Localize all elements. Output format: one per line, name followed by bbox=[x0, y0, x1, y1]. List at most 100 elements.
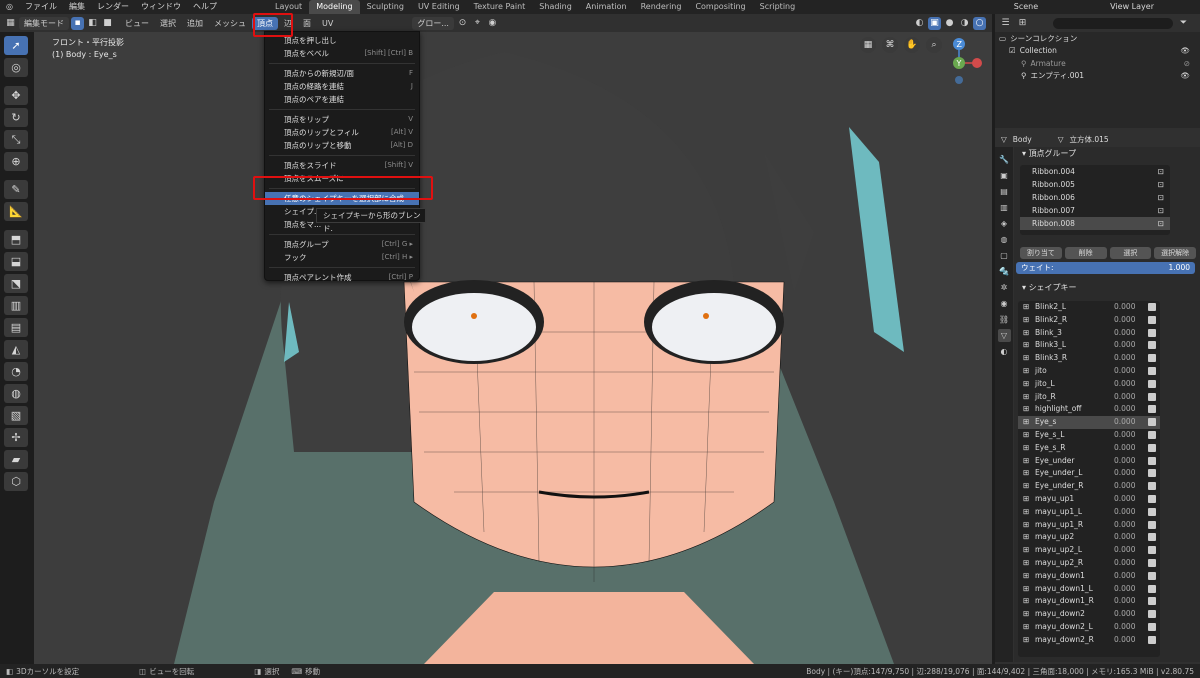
workspace-tab-rendering[interactable]: Rendering bbox=[634, 0, 689, 14]
remove-button[interactable]: 削除 bbox=[1064, 247, 1107, 259]
topbar-menu-3[interactable]: ウィンドウ bbox=[135, 0, 187, 14]
edge-slide-icon[interactable]: ▧ bbox=[4, 406, 28, 425]
shape-key-mute-checkbox[interactable] bbox=[1148, 392, 1156, 401]
select-button[interactable]: 選択 bbox=[1109, 247, 1152, 259]
shape-key-item[interactable]: ⊞ Blink3_L 0.000 bbox=[1018, 339, 1160, 352]
scene-selector[interactable]: Scene bbox=[1008, 0, 1044, 14]
physics-tab-icon[interactable]: ◉ bbox=[998, 297, 1011, 310]
shape-key-mute-checkbox[interactable] bbox=[1148, 469, 1156, 478]
face-select-icon[interactable]: ■ bbox=[101, 17, 114, 30]
shape-key-value[interactable]: 0.000 bbox=[1114, 327, 1144, 340]
constraints-tab-icon[interactable]: ⛓ bbox=[998, 313, 1011, 326]
orientation-selector[interactable]: グロー... bbox=[412, 16, 454, 30]
armature-row[interactable]: ⚲ Armature ⊘ bbox=[995, 57, 1200, 70]
workspace-tab-uv-editing[interactable]: UV Editing bbox=[411, 0, 467, 14]
shape-key-mute-checkbox[interactable] bbox=[1148, 622, 1156, 631]
header-menu-6[interactable]: 面 bbox=[298, 17, 316, 30]
shape-key-mute-checkbox[interactable] bbox=[1148, 366, 1156, 375]
view-layer-selector[interactable]: View Layer bbox=[1104, 0, 1160, 14]
shape-key-mute-checkbox[interactable] bbox=[1148, 546, 1156, 555]
shape-key-item[interactable]: ⊞ mayu_down2_R 0.000 bbox=[1018, 634, 1160, 647]
3d-viewport[interactable] bbox=[34, 32, 992, 664]
shape-key-item[interactable]: ⊞ mayu_up2 0.000 bbox=[1018, 531, 1160, 544]
shape-key-value[interactable]: 0.000 bbox=[1114, 583, 1144, 596]
shape-key-value[interactable]: 0.000 bbox=[1114, 595, 1144, 608]
poly-build-icon[interactable]: ◭ bbox=[4, 340, 28, 359]
shape-key-item[interactable]: ⊞ Eye_s_L 0.000 bbox=[1018, 429, 1160, 442]
header-menu-0[interactable]: ビュー bbox=[120, 17, 154, 30]
shape-key-mute-checkbox[interactable] bbox=[1148, 571, 1156, 580]
shape-key-item[interactable]: ⊞ Blink2_R 0.000 bbox=[1018, 314, 1160, 327]
shape-key-mute-checkbox[interactable] bbox=[1148, 482, 1156, 491]
shape-key-mute-checkbox[interactable] bbox=[1148, 354, 1156, 363]
header-menu-3[interactable]: メッシュ bbox=[209, 17, 251, 30]
object-tab-icon[interactable]: ▢ bbox=[998, 249, 1011, 262]
shading-render-icon[interactable]: ○ bbox=[973, 16, 986, 30]
cursor-icon[interactable]: ◎ bbox=[4, 58, 28, 77]
shear-icon[interactable]: ▰ bbox=[4, 450, 28, 469]
shape-key-item[interactable]: ⊞ Eye_under_R 0.000 bbox=[1018, 480, 1160, 493]
shape-key-item[interactable]: ⊞ highlight_off 0.000 bbox=[1018, 403, 1160, 416]
output-tab-icon[interactable]: ▤ bbox=[998, 185, 1011, 198]
menu-item[interactable]: 頂点ペアレント作成 [Ctrl] P bbox=[265, 271, 419, 284]
shape-key-value[interactable]: 0.000 bbox=[1114, 621, 1144, 634]
grid-icon[interactable]: ▦ bbox=[860, 37, 876, 53]
shape-key-mute-checkbox[interactable] bbox=[1148, 328, 1156, 337]
shape-key-item[interactable]: ⊞ mayu_up1_R 0.000 bbox=[1018, 519, 1160, 532]
mode-selector[interactable]: 編集モード bbox=[19, 16, 69, 30]
shape-key-item[interactable]: ⊞ mayu_down1_L 0.000 bbox=[1018, 583, 1160, 596]
blender-logo-icon[interactable]: ◎ bbox=[0, 0, 19, 14]
shape-key-item[interactable]: ⊞ mayu_up1_L 0.000 bbox=[1018, 506, 1160, 519]
lock-icon[interactable]: ⊡ bbox=[1158, 165, 1164, 178]
editor-type-icon[interactable]: ▦ bbox=[4, 17, 17, 30]
world-tab-icon[interactable]: ◍ bbox=[998, 233, 1011, 246]
edge-select-icon[interactable]: ◧ bbox=[86, 17, 99, 30]
shape-key-value[interactable]: 0.000 bbox=[1114, 429, 1144, 442]
empty-row[interactable]: ⚲ エンプティ.001 👁 bbox=[995, 70, 1200, 83]
workspace-tab-animation[interactable]: Animation bbox=[579, 0, 634, 14]
shape-key-mute-checkbox[interactable] bbox=[1148, 303, 1156, 311]
rotate-icon[interactable]: ↻ bbox=[4, 108, 28, 127]
material-tab-icon[interactable]: ◐ bbox=[998, 345, 1011, 358]
vertex-group-item[interactable]: Ribbon.006 ⊡ bbox=[1020, 191, 1170, 204]
shape-key-item[interactable]: ⊞ Eye_under_L 0.000 bbox=[1018, 467, 1160, 480]
menu-item[interactable]: 頂点をベベル [Shift] [Ctrl] B bbox=[265, 47, 419, 60]
smooth-icon[interactable]: ◍ bbox=[4, 384, 28, 403]
weight-slider[interactable]: ウェイト: 1.000 bbox=[1016, 262, 1195, 274]
pivot-icon[interactable]: ⊙ bbox=[456, 17, 469, 30]
shape-key-item[interactable]: ⊞ mayu_down2_L 0.000 bbox=[1018, 621, 1160, 634]
shape-key-value[interactable]: 0.000 bbox=[1114, 339, 1144, 352]
menu-item[interactable]: 頂点からの新規辺/面 F bbox=[265, 67, 419, 80]
shape-key-mute-checkbox[interactable] bbox=[1148, 597, 1156, 606]
shape-key-value[interactable]: 0.000 bbox=[1114, 570, 1144, 583]
lock-icon[interactable]: ⊡ bbox=[1158, 204, 1164, 217]
shape-key-item[interactable]: ⊞ Blink_3 0.000 bbox=[1018, 327, 1160, 340]
shape-key-mute-checkbox[interactable] bbox=[1148, 635, 1156, 644]
render-tab-icon[interactable]: ▣ bbox=[998, 169, 1011, 182]
shape-key-value[interactable]: 0.000 bbox=[1114, 608, 1144, 621]
vertex-group-item[interactable]: Ribbon.005 ⊡ bbox=[1020, 178, 1170, 191]
select-box-icon[interactable]: ➚ bbox=[4, 36, 28, 55]
vertex-select-icon[interactable]: ▪ bbox=[71, 16, 84, 30]
view-layer-tab-icon[interactable]: ▥ bbox=[998, 201, 1011, 214]
menu-item[interactable]: 頂点のリップと移動 [Alt] D bbox=[265, 139, 419, 152]
transform-icon[interactable]: ⊕ bbox=[4, 152, 28, 171]
camera-icon[interactable]: ⌘ bbox=[882, 37, 898, 53]
overlay-icon[interactable]: ◐ bbox=[913, 17, 926, 30]
shading-solid-icon[interactable]: ● bbox=[943, 17, 956, 30]
shape-key-value[interactable]: 0.000 bbox=[1114, 506, 1144, 519]
shape-key-item[interactable]: ⊞ jito_R 0.000 bbox=[1018, 391, 1160, 404]
shape-key-value[interactable]: 0.000 bbox=[1114, 634, 1144, 647]
shape-key-mute-checkbox[interactable] bbox=[1148, 610, 1156, 619]
topbar-menu-2[interactable]: レンダー bbox=[91, 0, 135, 14]
menu-item[interactable]: フック [Ctrl] H ▸ bbox=[265, 251, 419, 264]
lock-icon[interactable]: ⊡ bbox=[1158, 178, 1164, 191]
proportional-edit-icon[interactable]: ◉ bbox=[486, 17, 499, 30]
shape-keys-header[interactable]: ▾ シェイプキー bbox=[1014, 281, 1077, 295]
shape-key-mute-checkbox[interactable] bbox=[1148, 418, 1156, 427]
menu-item[interactable]: 頂点のリップとフィル [Alt] V bbox=[265, 126, 419, 139]
menu-item[interactable]: 頂点をリップ V bbox=[265, 113, 419, 126]
tool-tab-icon[interactable]: 🔧 bbox=[998, 153, 1011, 166]
move-icon[interactable]: ✥ bbox=[4, 86, 28, 105]
snap-icon[interactable]: ⌖ bbox=[471, 17, 484, 30]
